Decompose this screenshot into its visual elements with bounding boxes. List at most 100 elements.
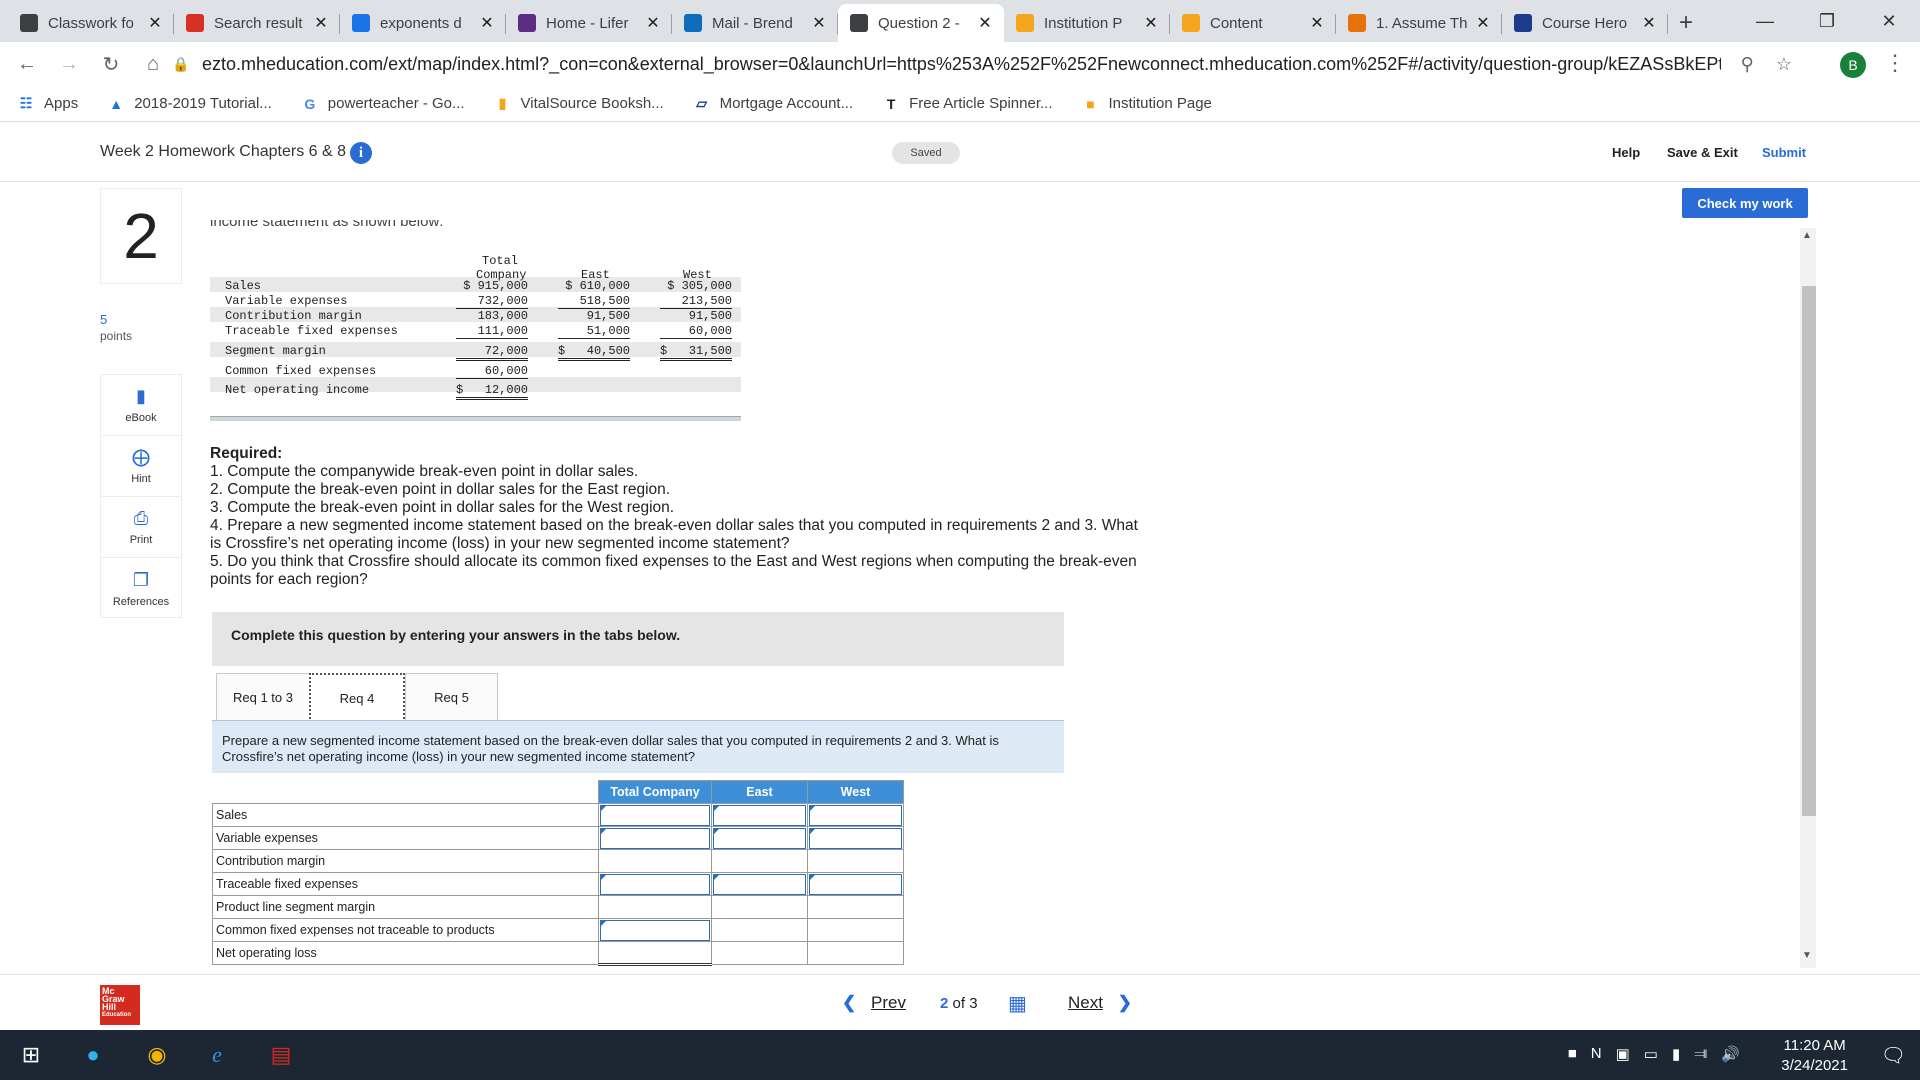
wifi-icon[interactable]: ⫥ (1694, 1045, 1707, 1063)
close-tab-icon[interactable]: ✕ (1640, 13, 1658, 33)
scrollbar-thumb[interactable] (1802, 286, 1816, 816)
browser-tab[interactable]: Institution P ✕ (1004, 4, 1170, 42)
edge-icon[interactable]: ● (76, 1038, 110, 1072)
browser-menu-icon[interactable]: ⋮ (1884, 50, 1906, 76)
battery-icon[interactable]: ▮ (1672, 1045, 1680, 1063)
bookmark-item[interactable]: ☷ Apps (18, 95, 78, 112)
reload-icon[interactable]: ↻ (96, 52, 126, 77)
bookmark-item[interactable]: ▮ VitalSource Booksh... (495, 95, 664, 112)
tab-req-1-to-3[interactable]: Req 1 to 3 (216, 673, 310, 721)
bookmark-item[interactable]: Gpowerteacher - Go... (302, 95, 464, 112)
saved-status-badge: Saved (892, 142, 960, 164)
total-company-input[interactable] (600, 874, 710, 895)
close-tab-icon[interactable]: ✕ (810, 13, 828, 33)
browser-tab[interactable]: Question 2 - ✕ (838, 4, 1004, 42)
tab-req-4[interactable]: Req 4 (309, 673, 405, 723)
browser-tab[interactable]: 1. Assume Th ✕ (1336, 4, 1502, 42)
browser-tab[interactable]: Course Hero ✕ (1502, 4, 1668, 42)
west-cell (807, 918, 904, 942)
tool-label: Print (129, 534, 153, 546)
save-exit-link[interactable]: Save & Exit (1667, 145, 1738, 160)
browser-tab[interactable]: Content ✕ (1170, 4, 1336, 42)
info-icon[interactable]: i (350, 142, 372, 164)
bookmark-item[interactable]: ▲ 2018-2019 Tutorial... (108, 95, 272, 112)
next-button[interactable]: Next ❯ (1068, 993, 1132, 1013)
scroll-down-icon[interactable]: ▼ (1802, 950, 1812, 961)
internet-explorer-icon[interactable]: e (200, 1038, 234, 1072)
back-icon[interactable]: ← (12, 53, 42, 76)
tray-monitor-icon[interactable]: ▭ (1644, 1045, 1658, 1063)
volume-icon[interactable]: 🔊 (1721, 1045, 1740, 1063)
close-tab-icon[interactable]: ✕ (1308, 13, 1326, 33)
total-company-input[interactable] (600, 920, 710, 941)
bookmark-item[interactable]: T Free Article Spinner... (883, 95, 1053, 112)
west-input[interactable] (809, 828, 902, 849)
double-underline (558, 358, 630, 361)
bookmark-label: Mortgage Account... (719, 95, 854, 112)
bookmark-item[interactable]: ■ Institution Page (1083, 95, 1212, 112)
browser-tab[interactable]: Mail - Brend ✕ (672, 4, 838, 42)
browser-tab[interactable]: Home - Lifer ✕ (506, 4, 672, 42)
restore-icon[interactable]: ❐ (1796, 0, 1858, 42)
dollar-sign: $ (456, 383, 464, 397)
onenote-icon[interactable]: N (1591, 1045, 1602, 1063)
input-marker-icon (601, 875, 606, 880)
check-my-work-button[interactable]: Check my work (1682, 188, 1808, 218)
notification-icon[interactable]: 🗨 (1881, 1043, 1906, 1068)
answer-row: Traceable fixed expenses (212, 872, 904, 896)
statement-west-value: 31,500 (688, 344, 732, 358)
hint-tool[interactable]: ⨁ Hint (101, 436, 181, 497)
url-text[interactable]: ezto.mheducation.com/ext/map/index.html?… (202, 54, 1721, 75)
address-bar[interactable]: 🔒 ezto.mheducation.com/ext/map/index.htm… (172, 47, 1792, 81)
help-link[interactable]: Help (1612, 145, 1640, 160)
browser-tab[interactable]: Classwork fo ✕ (8, 4, 174, 42)
close-tab-icon[interactable]: ✕ (976, 13, 994, 33)
bookmark-star-icon[interactable]: ☆ (1776, 54, 1792, 75)
references-tool[interactable]: ❐ References (101, 558, 181, 619)
browser-tab[interactable]: Search result ✕ (174, 4, 340, 42)
bookmark-label: Apps (44, 95, 79, 112)
assignment-title: Week 2 Homework Chapters 6 & 8 (100, 143, 347, 160)
forward-icon[interactable]: → (54, 53, 84, 76)
close-tab-icon[interactable]: ✕ (1474, 13, 1492, 33)
zoom-icon[interactable]: ⚲ (1741, 54, 1754, 75)
tray-app-icon[interactable]: ■ (1568, 1045, 1577, 1063)
close-tab-icon[interactable]: ✕ (312, 13, 330, 33)
east-input[interactable] (713, 805, 806, 826)
minimize-icon[interactable]: — (1734, 0, 1796, 42)
double-underline (660, 358, 732, 361)
print-tool[interactable]: ⎙ Print (101, 497, 181, 558)
new-tab-button[interactable]: + (1668, 4, 1704, 42)
windows-start-icon[interactable]: ⊞ (14, 1038, 48, 1072)
security-app-icon[interactable]: ▤ (264, 1038, 298, 1072)
grid-view-icon[interactable]: ▦ (1008, 991, 1027, 1016)
bookmark-item[interactable]: ▱ Mortgage Account... (694, 95, 853, 112)
east-input[interactable] (713, 828, 806, 849)
close-tab-icon[interactable]: ✕ (1142, 13, 1160, 33)
profile-avatar[interactable]: B (1840, 52, 1866, 78)
west-input[interactable] (809, 874, 902, 895)
browser-tab[interactable]: exponents d ✕ (340, 4, 506, 42)
tray-chat-icon[interactable]: ▣ (1616, 1045, 1630, 1063)
statement-row-label: Sales (225, 279, 262, 293)
submit-link[interactable]: Submit (1762, 145, 1806, 160)
total-company-input[interactable] (600, 828, 710, 849)
answer-row: Sales (212, 803, 904, 827)
home-icon[interactable]: ⌂ (138, 53, 168, 76)
west-input[interactable] (809, 805, 902, 826)
close-tab-icon[interactable]: ✕ (478, 13, 496, 33)
scroll-up-icon[interactable]: ▲ (1802, 230, 1812, 241)
system-clock[interactable]: 11:20 AM 3/24/2021 (1781, 1036, 1848, 1076)
page-indicator[interactable]: 2 of 3 (940, 995, 978, 1012)
prev-button[interactable]: ❮ Prev (842, 993, 906, 1013)
coursehero-icon (1514, 14, 1532, 32)
close-tab-icon[interactable]: ✕ (644, 13, 662, 33)
chrome-icon[interactable]: ◉ (140, 1038, 174, 1072)
close-tab-icon[interactable]: ✕ (146, 13, 164, 33)
close-window-icon[interactable]: ✕ (1858, 0, 1920, 42)
total-company-input[interactable] (600, 805, 710, 826)
ebook-tool[interactable]: ▮ eBook (101, 375, 181, 436)
tab-req-5[interactable]: Req 5 (405, 673, 498, 721)
answer-row: Contribution margin (212, 849, 904, 873)
east-input[interactable] (713, 874, 806, 895)
